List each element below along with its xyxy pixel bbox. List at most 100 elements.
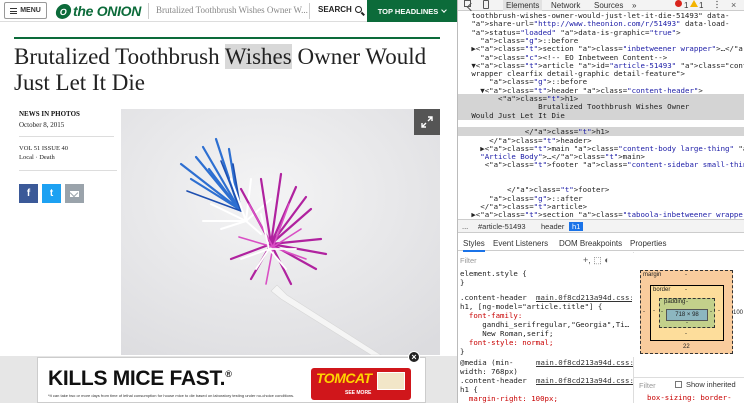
- margin-top-value[interactable]: -: [685, 272, 687, 278]
- error-icon[interactable]: [675, 0, 682, 7]
- share-buttons: f t: [19, 184, 84, 203]
- expand-image-button[interactable]: [414, 109, 440, 135]
- box-model-content[interactable]: 718 × 98: [666, 309, 708, 321]
- style-value[interactable]: gandhi_serifregular,"Georgia",Ti…: [460, 320, 629, 329]
- headline-rule: [14, 37, 440, 39]
- facebook-share-button[interactable]: f: [19, 184, 38, 203]
- dom-tree[interactable]: toothbrush-wishes-owner-would-just-let-i…: [458, 11, 744, 219]
- article-section[interactable]: Local · Death: [19, 154, 114, 161]
- style-tools[interactable]: +, ⬚ ◐: [583, 255, 610, 266]
- email-share-button[interactable]: [65, 184, 84, 203]
- box-model-border[interactable]: border - - - - padding - - - - 718 × 98: [650, 285, 724, 341]
- computed-property[interactable]: box-sizing: border-: [647, 393, 732, 402]
- more-options-icon[interactable]: [716, 0, 718, 9]
- warning-count[interactable]: 1: [699, 0, 703, 11]
- toothbrush-image: [121, 109, 440, 355]
- headline-start: Brutalized Toothbrush: [14, 44, 225, 69]
- border-right-value[interactable]: -: [718, 308, 720, 314]
- computed-pane: Filter Show inherited box-sizing: border…: [633, 377, 744, 403]
- ad-trademark: ®: [225, 369, 232, 379]
- styles-filter-input[interactable]: Filter: [460, 256, 477, 265]
- tab-sources[interactable]: Sources: [594, 0, 623, 11]
- border-top-value[interactable]: -: [685, 287, 687, 293]
- chevron-down-icon: [441, 7, 448, 13]
- current-article-tab[interactable]: Brutalized Toothbrush Wishes Owner W...: [156, 5, 308, 15]
- header-divider: [309, 3, 310, 19]
- padding-left-value[interactable]: -: [661, 309, 663, 315]
- style-property[interactable]: margin-right: 100px;: [460, 394, 558, 403]
- ad-brand-name: TOMCAT: [316, 370, 372, 386]
- box-model-margin[interactable]: margin - 22 - border - - - - padding - -…: [640, 270, 733, 354]
- show-inherited-checkbox[interactable]: [675, 381, 682, 388]
- dom-line[interactable]: <"a">class="t">footer "a">class="content…: [458, 160, 744, 169]
- style-line: .content-header: [460, 293, 527, 302]
- margin-label: margin: [643, 272, 662, 278]
- top-headlines-button[interactable]: TOP HEADLINES: [367, 0, 457, 22]
- styles-pane[interactable]: Filter +, ⬚ ◐ element.style { } .content…: [458, 252, 634, 403]
- advertisement-banner[interactable]: KILLS MICE FAST.® *It can take two or mo…: [37, 357, 426, 403]
- breadcrumb-header[interactable]: header: [541, 222, 564, 231]
- more-tabs-button[interactable]: »: [632, 0, 636, 11]
- style-line: }: [460, 278, 465, 287]
- menu-button[interactable]: MENU: [4, 2, 47, 19]
- breadcrumb-article[interactable]: #article-51493: [478, 222, 526, 231]
- ad-cta[interactable]: SEE MORE: [345, 390, 371, 396]
- style-line: element.style {: [460, 269, 527, 278]
- show-inherited-label[interactable]: Show inherited: [686, 380, 736, 389]
- breadcrumb-overflow[interactable]: ...: [462, 222, 468, 231]
- ad-fine-print: *It can take two or more days from time …: [48, 393, 295, 398]
- border-bottom-value[interactable]: -: [685, 331, 687, 337]
- header-divider: [148, 3, 149, 19]
- inspect-element-icon[interactable]: [464, 0, 471, 7]
- tab-event-listeners[interactable]: Event Listeners: [493, 239, 548, 248]
- tab-dom-breakpoints[interactable]: DOM Breakpoints: [559, 239, 622, 248]
- style-property[interactable]: font-style: normal;: [460, 338, 554, 347]
- meta-divider: [19, 170, 117, 171]
- tab-styles[interactable]: Styles: [463, 239, 485, 252]
- selected-dom-node[interactable]: Would Just Let It Die: [458, 110, 744, 120]
- tab-properties[interactable]: Properties: [630, 239, 666, 248]
- tab-network[interactable]: Network: [551, 0, 580, 11]
- envelope-icon: [70, 190, 79, 197]
- style-value[interactable]: New Roman,serif;: [460, 329, 553, 338]
- margin-bottom-value[interactable]: 22: [683, 344, 690, 350]
- device-toolbar-icon[interactable]: [483, 0, 489, 9]
- style-source-link[interactable]: main.0f8cd213a94d.css:4: [536, 293, 633, 302]
- ad-brand-panel[interactable]: TOMCAT SEE MORE: [311, 368, 411, 400]
- ad-headline-text: KILLS MICE FAST.: [48, 367, 226, 390]
- breadcrumb: ... #article-51493 header h1: [458, 219, 744, 233]
- site-logo[interactable]: O the ONION: [54, 2, 141, 20]
- top-headlines-label: TOP HEADLINES: [377, 6, 439, 16]
- border-left-value[interactable]: -: [653, 308, 655, 314]
- dom-line[interactable]: ▶<"a">class="t">section "a">class="taboo…: [458, 210, 744, 219]
- padding-right-value[interactable]: -: [710, 309, 712, 315]
- box-model-diagram: margin - 22 - border - - - - padding - -…: [632, 253, 744, 357]
- search-icon: [354, 6, 362, 13]
- twitter-share-button[interactable]: t: [42, 184, 61, 203]
- warning-icon[interactable]: [690, 0, 698, 7]
- close-devtools-button[interactable]: ×: [731, 0, 736, 11]
- padding-top-value[interactable]: -: [686, 299, 688, 305]
- style-source-link[interactable]: main.0f8cd213a94d.css:4: [536, 358, 633, 367]
- hamburger-icon: [10, 7, 18, 14]
- search-button[interactable]: SEARCH: [318, 5, 362, 14]
- breadcrumb-h1[interactable]: h1: [569, 222, 584, 231]
- facebook-icon: f: [26, 188, 31, 199]
- style-line: }: [460, 347, 465, 356]
- margin-left-value[interactable]: -: [643, 309, 645, 315]
- ad-close-button[interactable]: ×: [408, 351, 420, 363]
- article-meta: NEWS IN PHOTOS October 8, 2015 VOL 51 IS…: [19, 110, 117, 171]
- border-label: border: [653, 287, 671, 293]
- style-line: h1 {: [460, 385, 478, 394]
- article-photo[interactable]: [121, 109, 440, 355]
- computed-filter-input[interactable]: Filter: [639, 381, 656, 390]
- margin-right-value[interactable]: 100: [733, 310, 743, 316]
- style-line: h1, [ng-model="article.title"] {: [460, 302, 603, 311]
- style-property[interactable]: font-family:: [460, 311, 522, 320]
- box-model-padding[interactable]: padding - - - - 718 × 98: [659, 298, 715, 328]
- style-source-link[interactable]: main.0f8cd213a94d.css:4: [536, 376, 633, 385]
- article-kicker[interactable]: NEWS IN PHOTOS: [19, 110, 114, 118]
- tab-elements[interactable]: Elements: [503, 0, 543, 11]
- site-header: MENU O the ONION Brutalized Toothbrush W…: [0, 0, 457, 22]
- error-count[interactable]: 1: [684, 0, 688, 11]
